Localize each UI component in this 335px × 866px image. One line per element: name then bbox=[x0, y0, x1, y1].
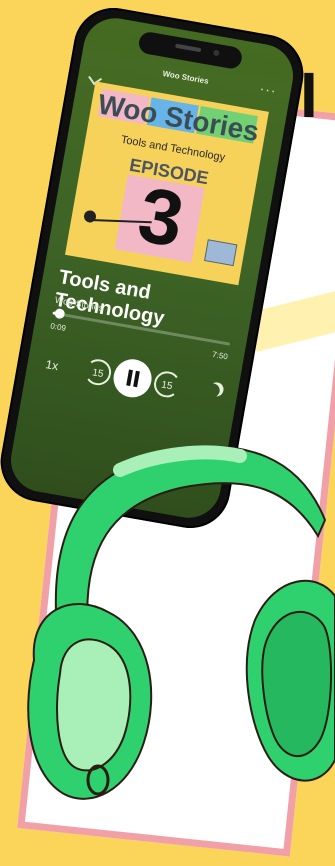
skip-forward-button[interactable]: 15 bbox=[151, 369, 183, 400]
skip-back-button[interactable]: 15 bbox=[83, 357, 114, 388]
playback-controls: 1x 15 15 bbox=[25, 341, 241, 417]
more-options-icon[interactable]: ··· bbox=[259, 80, 279, 99]
progress-knob[interactable] bbox=[54, 307, 66, 320]
sleep-timer-icon[interactable] bbox=[204, 382, 221, 399]
playback-speed-button[interactable]: 1x bbox=[44, 357, 59, 373]
pause-icon bbox=[126, 369, 133, 387]
pause-icon bbox=[133, 370, 140, 388]
elapsed-time: 0:09 bbox=[49, 321, 67, 333]
duration-time: 7:50 bbox=[211, 349, 229, 362]
pause-button[interactable] bbox=[110, 356, 155, 401]
album-art: Woo Stories Tools and Technology EPISODE… bbox=[64, 81, 269, 286]
